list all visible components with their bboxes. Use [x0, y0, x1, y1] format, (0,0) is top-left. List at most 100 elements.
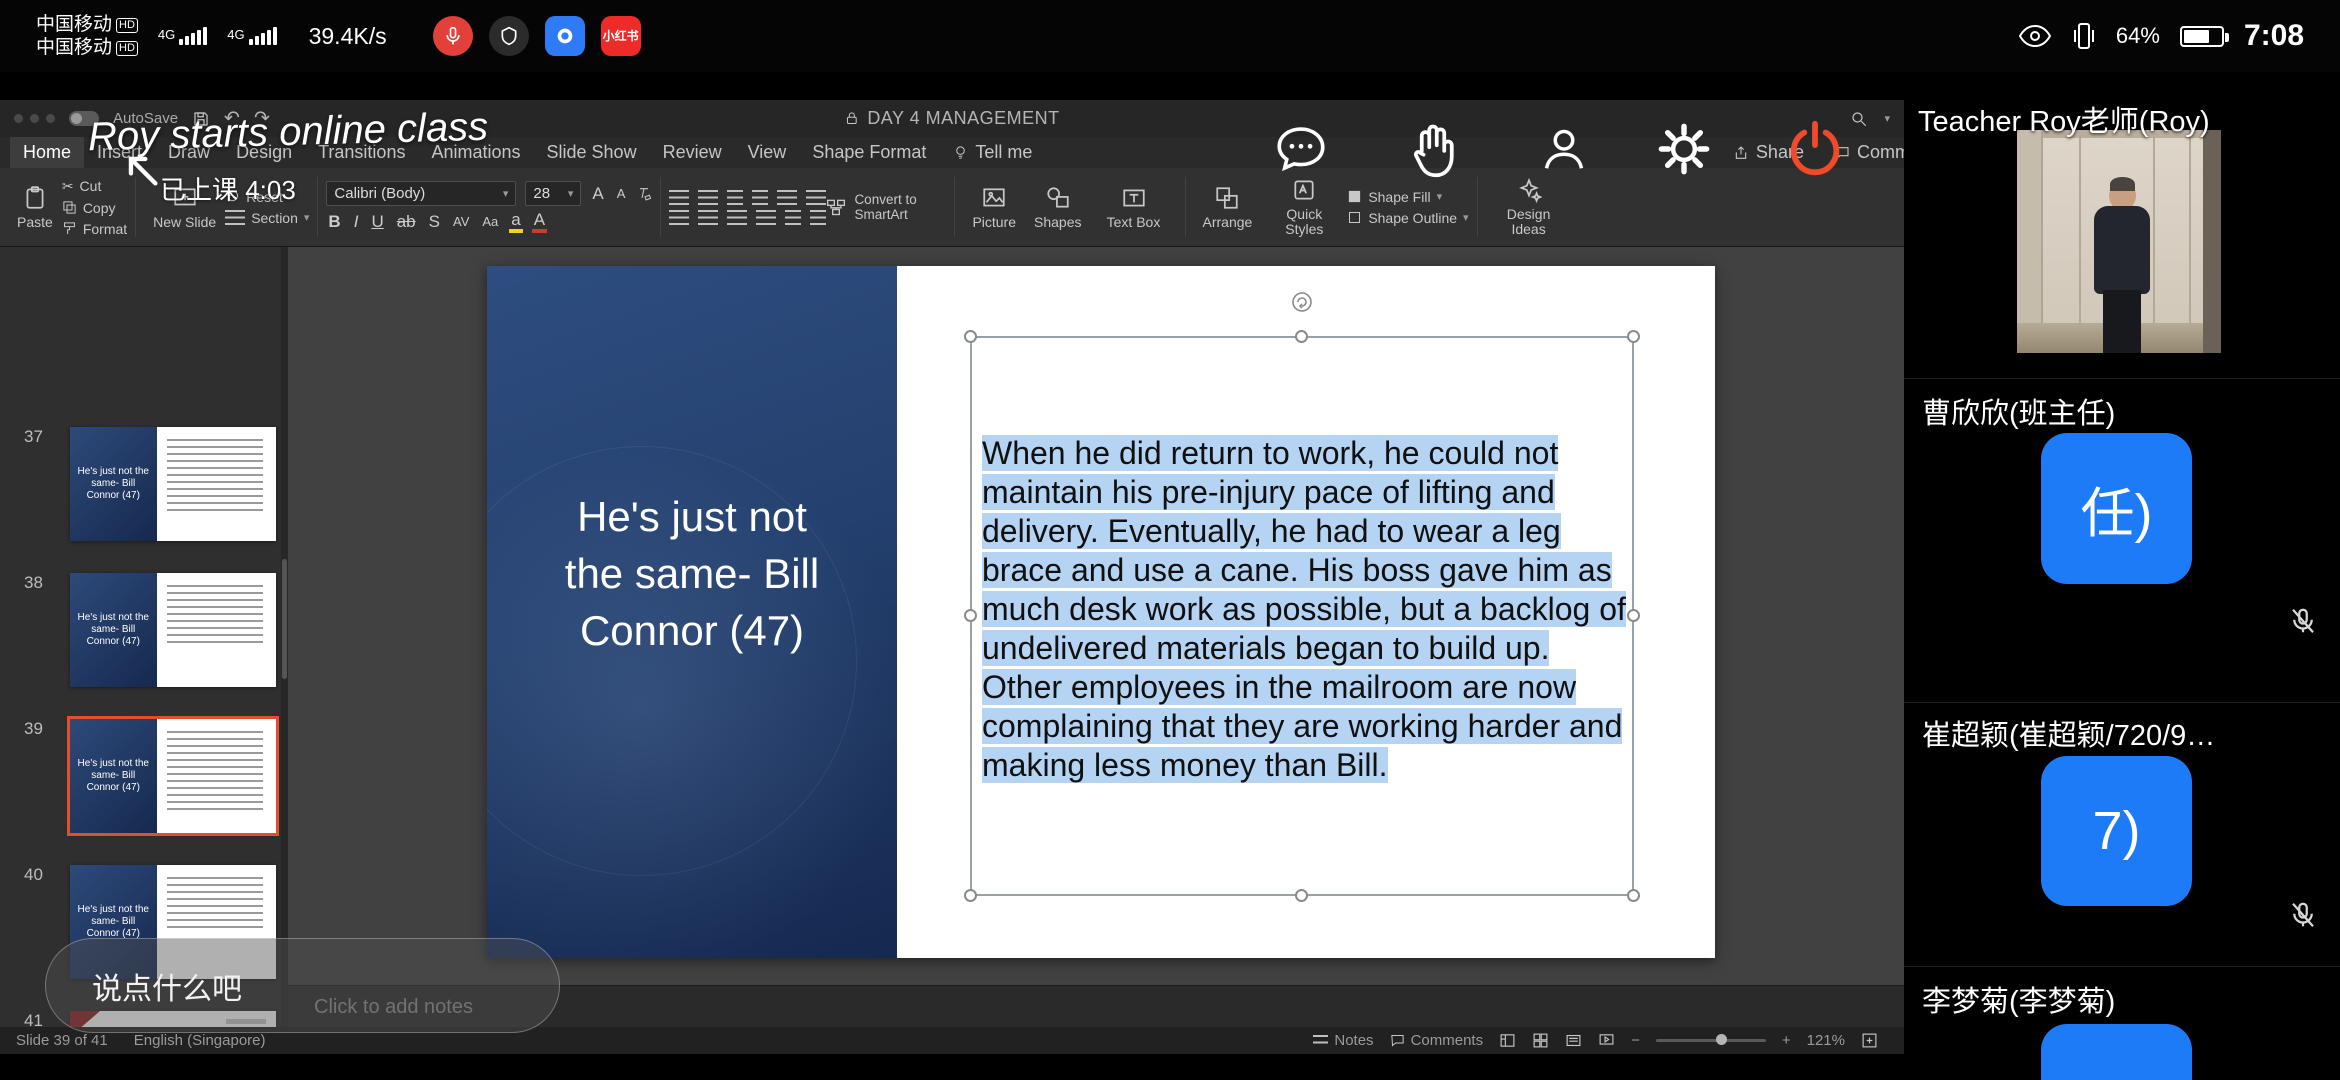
reading-view-icon[interactable]	[1565, 1032, 1582, 1049]
highlight-color-button[interactable]: a	[509, 211, 522, 233]
resize-handle-s[interactable]	[1295, 889, 1308, 902]
align-text-icon[interactable]	[810, 210, 826, 225]
increase-indent-icon[interactable]	[752, 190, 768, 205]
font-size-select[interactable]: 28▾	[525, 181, 581, 206]
resize-handle-nw[interactable]	[964, 330, 977, 343]
font-group: Calibri (Body)▾ 28▾ A A B I U ab S AV Aa…	[326, 173, 652, 241]
teacher-video-tile[interactable]	[2017, 130, 2221, 353]
zoom-in-button[interactable]: +	[1782, 1032, 1791, 1049]
language-indicator[interactable]: English (Singapore)	[134, 1032, 266, 1049]
shape-outline-button[interactable]: Shape Outline ▾	[1347, 210, 1468, 226]
comments-toggle[interactable]: Comments	[1390, 1032, 1484, 1049]
screen: 中国移动HD 中国移动HD 4G 4G 39.4K/s 小红书	[0, 0, 2340, 1080]
chat-input[interactable]: 说点什么吧	[45, 938, 560, 1033]
chevron-down-icon[interactable]: ▾	[1884, 112, 1890, 125]
tab-home[interactable]: Home	[10, 137, 84, 168]
tab-slide-show[interactable]: Slide Show	[534, 137, 650, 168]
tell-me-button[interactable]: Tell me	[939, 137, 1046, 168]
paste-icon	[22, 185, 48, 211]
slide-title-panel[interactable]: He's just not the same- Bill Connor (47)	[487, 266, 897, 958]
resize-handle-ne[interactable]	[1627, 330, 1640, 343]
chat-button[interactable]	[1269, 117, 1333, 181]
bullets-icon[interactable]	[669, 190, 689, 205]
underline-button[interactable]: U	[369, 213, 385, 231]
thumbnail-slide-38[interactable]: 38 He's just not the same- Bill Connor (…	[0, 573, 288, 687]
arrange-button[interactable]: Arrange	[1194, 173, 1262, 241]
rotation-handle[interactable]	[1290, 290, 1314, 319]
resize-handle-n[interactable]	[1295, 330, 1308, 343]
copy-button[interactable]: Copy	[62, 200, 127, 216]
normal-view-icon[interactable]	[1499, 1032, 1516, 1049]
paste-button[interactable]: Paste	[8, 173, 62, 241]
align-center-icon[interactable]	[698, 210, 718, 225]
titlebar-right: ▾	[1850, 110, 1890, 128]
line-spacing-icon[interactable]	[777, 190, 797, 205]
shrink-font-button[interactable]: A	[615, 185, 628, 203]
picture-button[interactable]: Picture	[963, 173, 1025, 241]
text-shadow-button[interactable]: S	[427, 213, 442, 231]
shapes-button[interactable]: Shapes	[1025, 173, 1090, 241]
tab-review[interactable]: Review	[650, 137, 735, 168]
text-direction-icon[interactable]	[806, 190, 826, 205]
zoom-level[interactable]: 121%	[1807, 1032, 1845, 1049]
chevron-down-icon: ▾	[1463, 211, 1469, 224]
format-painter-button[interactable]: Format	[62, 221, 127, 237]
clear-formatting-icon[interactable]	[636, 186, 652, 202]
arrange-icon	[1214, 185, 1240, 211]
chevron-down-icon: ▾	[304, 211, 310, 224]
text-box-button[interactable]: Text Box	[1091, 173, 1177, 241]
design-ideas-button[interactable]: Design Ideas	[1486, 173, 1572, 241]
fit-to-window-icon[interactable]	[1861, 1032, 1878, 1049]
slide-sorter-view-icon[interactable]	[1532, 1032, 1549, 1049]
slideshow-view-icon[interactable]	[1598, 1032, 1615, 1049]
raise-hand-button[interactable]	[1401, 117, 1465, 181]
section-button[interactable]: Section ▾	[225, 210, 309, 226]
resize-handle-sw[interactable]	[964, 889, 977, 902]
slide-body-text[interactable]: When he did return to work, he could not…	[982, 434, 1630, 785]
thumbnail-scrollbar[interactable]	[281, 247, 288, 1027]
participant-avatar[interactable]: 7)	[2041, 756, 2192, 906]
change-case-button[interactable]: Aa	[480, 213, 500, 231]
font-color-button[interactable]: A	[532, 211, 547, 233]
zoom-out-button[interactable]: −	[1631, 1032, 1640, 1049]
decrease-indent-icon[interactable]	[727, 190, 743, 205]
quick-styles-button[interactable]: Quick Styles	[1261, 173, 1347, 241]
resize-handle-w[interactable]	[964, 609, 977, 622]
search-icon[interactable]	[1850, 110, 1868, 128]
vibrate-icon	[2072, 21, 2096, 51]
font-name-select[interactable]: Calibri (Body)▾	[326, 181, 516, 206]
cut-icon: ✂	[62, 178, 74, 195]
window-controls[interactable]	[14, 114, 55, 123]
strikethrough-button[interactable]: ab	[395, 213, 418, 231]
participant-avatar[interactable]	[2041, 1024, 2192, 1080]
participant-avatar[interactable]: 任)	[2041, 433, 2192, 584]
character-spacing-button[interactable]: AV	[451, 213, 471, 231]
end-class-button[interactable]	[1783, 117, 1847, 181]
zoom-slider[interactable]	[1656, 1039, 1766, 1042]
eye-icon	[2018, 24, 2052, 48]
signal-bars-icon: 4G	[227, 27, 276, 45]
comment-icon	[1390, 1033, 1405, 1048]
shape-fill-button[interactable]: Shape Fill ▾	[1347, 189, 1468, 205]
grow-font-button[interactable]: A	[590, 185, 605, 203]
justify-icon[interactable]	[756, 210, 776, 225]
browser-app-icon	[545, 16, 585, 56]
italic-button[interactable]: I	[352, 213, 361, 231]
numbering-icon[interactable]	[698, 190, 718, 205]
align-left-icon[interactable]	[669, 210, 689, 225]
tab-shape-format[interactable]: Shape Format	[799, 137, 939, 168]
participants-button[interactable]	[1532, 117, 1596, 181]
notes-toggle[interactable]: Notes	[1313, 1032, 1373, 1049]
settings-button[interactable]	[1652, 117, 1716, 181]
convert-smartart-button[interactable]: Convert to SmartArt	[826, 192, 946, 222]
align-right-icon[interactable]	[727, 210, 747, 225]
tab-view[interactable]: View	[735, 137, 800, 168]
bold-button[interactable]: B	[326, 213, 342, 231]
thumbnail-slide-39-selected[interactable]: 39 He's just not the same- Bill Connor (…	[0, 719, 288, 833]
slide-39-canvas[interactable]: He's just not the same- Bill Connor (47)	[487, 266, 1715, 958]
selected-text-box[interactable]: When he did return to work, he could not…	[970, 336, 1634, 896]
thumbnail-slide-37[interactable]: 37 He's just not the same- Bill Connor (…	[0, 427, 288, 541]
battery-icon	[2180, 26, 2224, 47]
resize-handle-se[interactable]	[1627, 889, 1640, 902]
columns-icon[interactable]	[785, 210, 801, 225]
